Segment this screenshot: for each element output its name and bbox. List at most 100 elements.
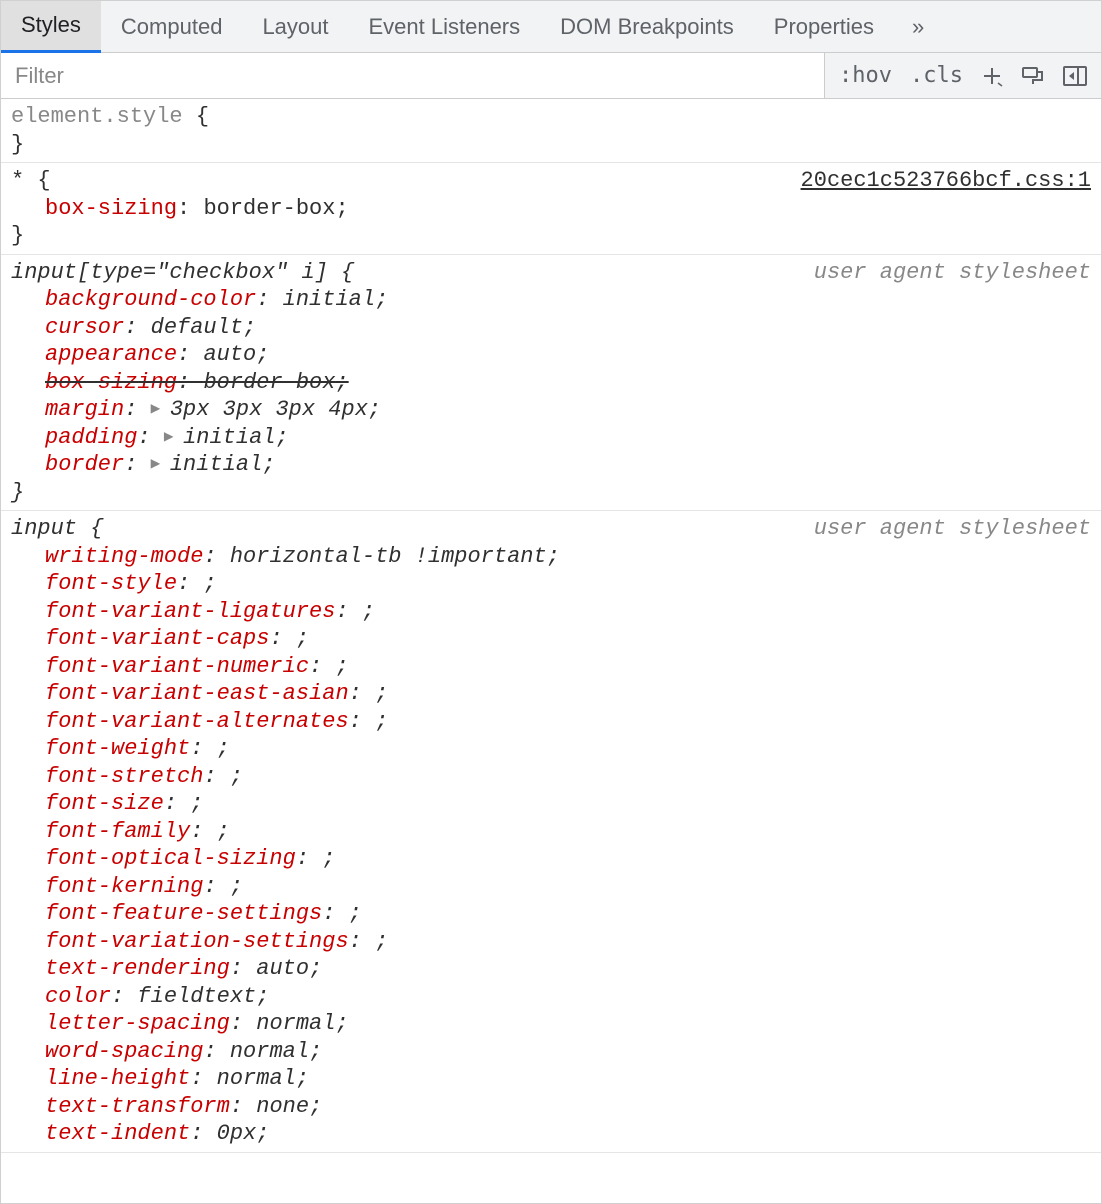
css-property[interactable]: margin xyxy=(45,397,124,422)
new-style-rule-button[interactable] xyxy=(981,65,1003,87)
declaration[interactable]: font-family: ; xyxy=(45,818,1091,846)
tab-computed[interactable]: Computed xyxy=(101,1,243,53)
style-rule[interactable]: element.style {} xyxy=(1,99,1101,163)
tab-properties[interactable]: Properties xyxy=(754,1,894,53)
css-value[interactable]: auto xyxy=(256,956,309,981)
css-property[interactable]: font-optical-sizing xyxy=(45,846,296,871)
css-value[interactable]: auto xyxy=(203,342,256,367)
declaration[interactable]: font-kerning: ; xyxy=(45,873,1091,901)
declaration[interactable]: color: fieldtext; xyxy=(45,983,1091,1011)
declaration[interactable]: font-variant-caps: ; xyxy=(45,625,1091,653)
css-value[interactable]: initial xyxy=(283,287,375,312)
css-value[interactable]: normal xyxy=(256,1011,335,1036)
css-property[interactable]: box-sizing xyxy=(45,196,177,221)
declaration[interactable]: background-color: initial; xyxy=(45,286,1091,314)
css-property[interactable]: background-color xyxy=(45,287,256,312)
declaration[interactable]: text-transform: none; xyxy=(45,1093,1091,1121)
rule-source-link[interactable]: 20cec1c523766bcf.css:1 xyxy=(801,167,1091,195)
toggle-classes-button[interactable]: .cls xyxy=(910,63,963,88)
declaration[interactable]: box-sizing: border-box; xyxy=(45,195,1091,223)
css-value[interactable]: none xyxy=(256,1094,309,1119)
css-property[interactable]: font-variant-numeric xyxy=(45,654,309,679)
css-value[interactable]: normal xyxy=(230,1039,309,1064)
css-property[interactable]: font-variant-caps xyxy=(45,626,269,651)
css-property[interactable]: font-variant-east-asian xyxy=(45,681,349,706)
css-property[interactable]: font-kerning xyxy=(45,874,203,899)
css-property[interactable]: writing-mode xyxy=(45,544,203,569)
css-property[interactable]: font-stretch xyxy=(45,764,203,789)
css-property[interactable]: box-sizing xyxy=(45,370,177,395)
css-property[interactable]: color xyxy=(45,984,111,1009)
css-property[interactable]: text-transform xyxy=(45,1094,230,1119)
rule-selector[interactable]: element.style xyxy=(11,104,183,129)
css-property[interactable]: letter-spacing xyxy=(45,1011,230,1036)
css-value[interactable]: default xyxy=(151,315,243,340)
css-property[interactable]: appearance xyxy=(45,342,177,367)
css-property[interactable]: font-feature-settings xyxy=(45,901,322,926)
css-property[interactable]: border xyxy=(45,452,124,477)
toggle-hover-states-button[interactable]: :hov xyxy=(839,63,892,88)
declaration[interactable]: writing-mode: horizontal-tb !important; xyxy=(45,543,1091,571)
declaration[interactable]: text-indent: 0px; xyxy=(45,1120,1091,1148)
style-rule[interactable]: input {user agent stylesheetwriting-mode… xyxy=(1,511,1101,1153)
css-property[interactable]: text-indent xyxy=(45,1121,190,1146)
declaration[interactable]: font-size: ; xyxy=(45,790,1091,818)
style-rule[interactable]: * {20cec1c523766bcf.css:1box-sizing: bor… xyxy=(1,163,1101,255)
rule-selector[interactable]: * xyxy=(11,168,24,193)
css-value[interactable]: border-box xyxy=(203,196,335,221)
declaration[interactable]: padding: ▶ initial; xyxy=(45,424,1091,452)
declaration[interactable]: font-weight: ; xyxy=(45,735,1091,763)
tab-dom-breakpoints[interactable]: DOM Breakpoints xyxy=(540,1,754,53)
css-property[interactable]: word-spacing xyxy=(45,1039,203,1064)
expand-shorthand-icon[interactable]: ▶ xyxy=(151,399,170,419)
css-property[interactable]: font-size xyxy=(45,791,164,816)
declaration[interactable]: font-variant-ligatures: ; xyxy=(45,598,1091,626)
declaration[interactable]: cursor: default; xyxy=(45,314,1091,342)
declaration[interactable]: font-stretch: ; xyxy=(45,763,1091,791)
css-value[interactable]: initial xyxy=(183,425,275,450)
css-property[interactable]: font-family xyxy=(45,819,190,844)
toggle-computed-sidebar-button[interactable] xyxy=(1063,66,1087,86)
declaration[interactable]: font-variant-numeric: ; xyxy=(45,653,1091,681)
style-rule[interactable]: input[type="checkbox" i] {user agent sty… xyxy=(1,255,1101,512)
declaration[interactable]: box-sizing: border-box; xyxy=(45,369,1091,397)
toggle-rendering-button[interactable] xyxy=(1021,66,1045,86)
css-property[interactable]: font-variation-settings xyxy=(45,929,349,954)
css-property[interactable]: line-height xyxy=(45,1066,190,1091)
tabs-overflow-button[interactable]: » xyxy=(894,14,942,40)
declaration[interactable]: word-spacing: normal; xyxy=(45,1038,1091,1066)
expand-shorthand-icon[interactable]: ▶ xyxy=(164,427,183,447)
declaration[interactable]: border: ▶ initial; xyxy=(45,451,1091,479)
rule-selector[interactable]: input xyxy=(11,516,77,541)
tab-event-listeners[interactable]: Event Listeners xyxy=(349,1,541,53)
css-value[interactable]: border-box xyxy=(203,370,335,395)
declaration[interactable]: font-variation-settings: ; xyxy=(45,928,1091,956)
css-property[interactable]: padding xyxy=(45,425,137,450)
declaration[interactable]: font-style: ; xyxy=(45,570,1091,598)
tab-styles[interactable]: Styles xyxy=(1,1,101,53)
rule-selector[interactable]: input[type="checkbox" i] xyxy=(11,260,328,285)
declaration[interactable]: font-optical-sizing: ; xyxy=(45,845,1091,873)
css-property[interactable]: font-weight xyxy=(45,736,190,761)
declaration[interactable]: margin: ▶ 3px 3px 3px 4px; xyxy=(45,396,1091,424)
css-value[interactable]: 0px xyxy=(217,1121,257,1146)
css-value[interactable]: 3px 3px 3px 4px xyxy=(170,397,368,422)
declaration[interactable]: font-variant-alternates: ; xyxy=(45,708,1091,736)
css-value[interactable]: horizontal-tb !important xyxy=(230,544,547,569)
css-property[interactable]: font-style xyxy=(45,571,177,596)
css-value[interactable]: initial xyxy=(170,452,262,477)
css-property[interactable]: font-variant-ligatures xyxy=(45,599,335,624)
css-property[interactable]: text-rendering xyxy=(45,956,230,981)
declaration[interactable]: letter-spacing: normal; xyxy=(45,1010,1091,1038)
tab-layout[interactable]: Layout xyxy=(242,1,348,53)
declaration[interactable]: appearance: auto; xyxy=(45,341,1091,369)
expand-shorthand-icon[interactable]: ▶ xyxy=(151,454,170,474)
filter-input[interactable] xyxy=(1,53,824,98)
declaration[interactable]: font-variant-east-asian: ; xyxy=(45,680,1091,708)
declaration[interactable]: line-height: normal; xyxy=(45,1065,1091,1093)
css-property[interactable]: cursor xyxy=(45,315,124,340)
declaration[interactable]: font-feature-settings: ; xyxy=(45,900,1091,928)
css-property[interactable]: font-variant-alternates xyxy=(45,709,349,734)
declaration[interactable]: text-rendering: auto; xyxy=(45,955,1091,983)
css-value[interactable]: fieldtext xyxy=(137,984,256,1009)
